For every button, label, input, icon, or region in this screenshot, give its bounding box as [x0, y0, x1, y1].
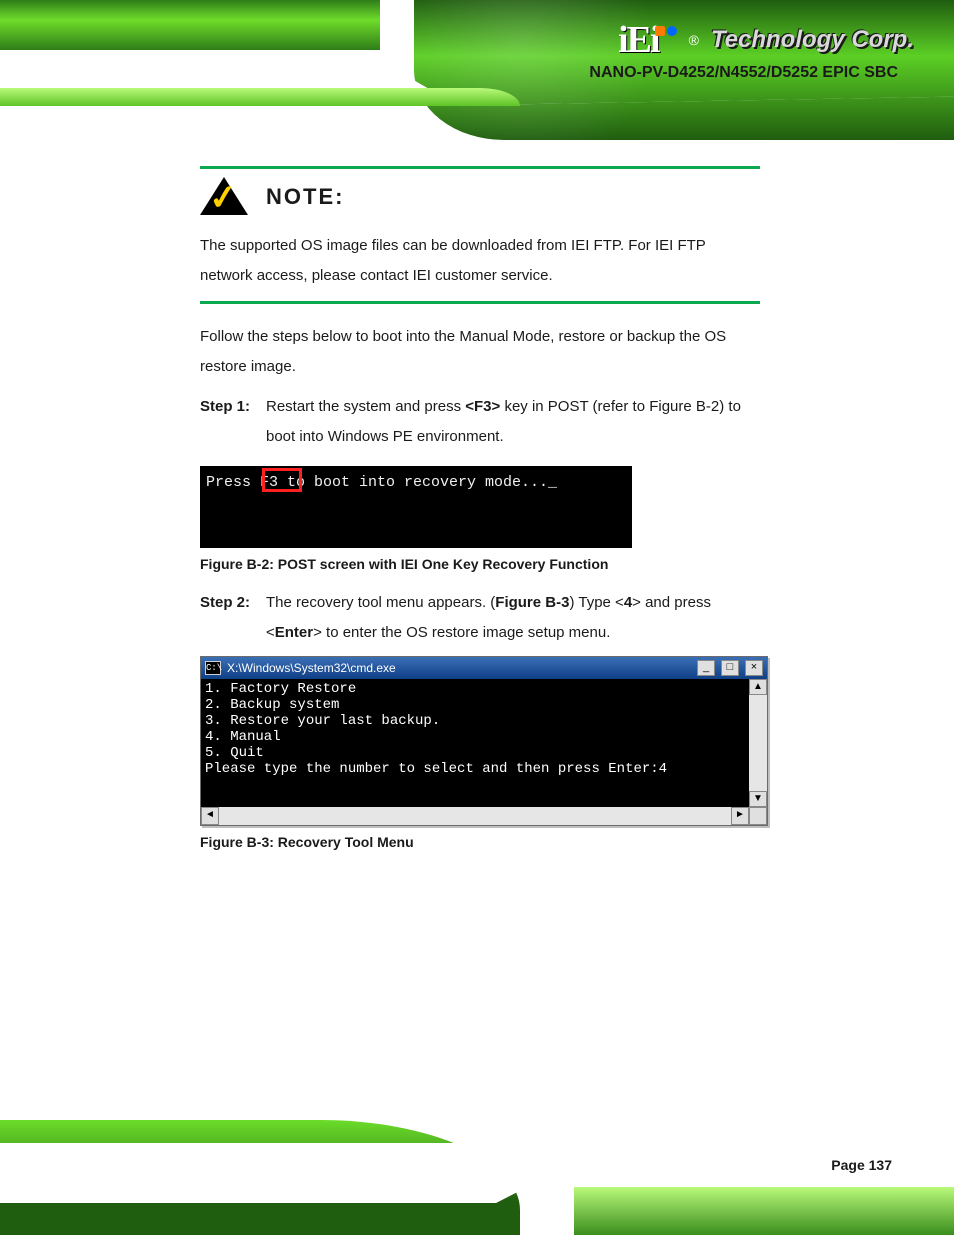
step-2: Step 2: The recovery tool menu appears. … — [200, 588, 760, 648]
step-1-text: Restart the system and press <F3> key in… — [266, 392, 760, 452]
bottom-decorative-banner: Page 137 — [0, 1120, 954, 1235]
banner-strip-thin — [0, 88, 520, 106]
registered-icon: ® — [689, 32, 699, 48]
scroll-track-h[interactable] — [219, 807, 731, 825]
pcb-texture-top-left — [0, 0, 380, 50]
step-2-text-a: The recovery tool menu appears. ( — [266, 594, 495, 611]
boot-prompt-line: Press F3 to boot into recovery mode..._ — [206, 474, 557, 491]
step-1: Step 1: Restart the system and press <F3… — [200, 392, 760, 452]
screenshot-cmd-window: C:\ X:\Windows\System32\cmd.exe _ □ × 1.… — [200, 656, 768, 826]
page-number: Page 137 — [831, 1157, 892, 1173]
scroll-left-icon[interactable]: ◄ — [201, 807, 219, 825]
cmd-icon: C:\ — [205, 661, 221, 675]
check-icon: ✓ — [207, 177, 240, 220]
scroll-right-icon[interactable]: ► — [731, 807, 749, 825]
note-icon: ✓ — [200, 177, 248, 217]
note-header-row: ✓ NOTE: — [200, 177, 760, 217]
resize-grip-icon[interactable] — [749, 807, 767, 825]
step-2-text-d: > to enter the OS restore image setup me… — [313, 624, 610, 641]
logo-dot-blue-icon — [667, 26, 677, 36]
step-1-number: Step 1: — [200, 392, 252, 452]
cmd-line-3: 3. Restore your last backup. — [205, 713, 440, 729]
minimize-button[interactable]: _ — [697, 660, 715, 676]
brand-company-text: Technology Corp. — [711, 26, 914, 54]
product-name: NANO-PV-D4252/N4552/D5252 EPIC SBC — [589, 64, 898, 82]
screenshot-post-boot: Press F3 to boot into recovery mode..._ — [200, 466, 632, 548]
step-1-text-a: Restart the system and press — [266, 398, 465, 415]
step-2-text-b: ) Type < — [569, 594, 623, 611]
intro-paragraph: Follow the steps below to boot into the … — [200, 322, 760, 382]
divider-bottom — [200, 301, 760, 304]
step-2-key: 4 — [624, 594, 632, 611]
note-label: NOTE: — [266, 184, 344, 210]
cmd-body: 1. Factory Restore 2. Backup system 3. R… — [201, 679, 749, 807]
pcb-texture-bottom-right — [574, 1187, 954, 1235]
cmd-line-2: 2. Backup system — [205, 697, 339, 713]
cmd-line-4: 4. Manual — [205, 729, 281, 745]
cmd-body-wrap: 1. Factory Restore 2. Backup system 3. R… — [201, 679, 767, 807]
step-2-text: The recovery tool menu appears. (Figure … — [266, 588, 760, 648]
maximize-button[interactable]: □ — [721, 660, 739, 676]
page-content: ✓ NOTE: The supported OS image files can… — [200, 160, 760, 866]
brand-logo-group: iEi ® Technology Corp. — [618, 18, 914, 62]
step-2-number: Step 2: — [200, 588, 252, 648]
cmd-horizontal-scrollbar[interactable]: ◄ ► — [201, 807, 767, 825]
note-body: The supported OS image files can be down… — [200, 231, 760, 291]
brand-logo-text: iEi — [618, 18, 678, 62]
logo-dot-orange-icon — [655, 26, 665, 36]
figure-caption-2: Figure B-3: Recovery Tool Menu — [200, 834, 760, 850]
scroll-track-v[interactable] — [749, 695, 767, 791]
cmd-titlebar: C:\ X:\Windows\System32\cmd.exe _ □ × — [201, 657, 767, 679]
f3-highlight-box — [262, 468, 302, 492]
scroll-down-icon[interactable]: ▼ — [749, 791, 767, 807]
figure-caption-1: Figure B-2: POST screen with IEI One Key… — [200, 556, 760, 572]
step-1-key: <F3> — [465, 398, 500, 415]
scroll-up-icon[interactable]: ▲ — [749, 679, 767, 695]
step-2-ref: Figure B-3 — [495, 594, 569, 611]
close-button[interactable]: × — [745, 660, 763, 676]
cmd-vertical-scrollbar[interactable]: ▲ ▼ — [749, 679, 767, 807]
cmd-line-5: 5. Quit — [205, 745, 264, 761]
cmd-line-1: 1. Factory Restore — [205, 681, 356, 697]
step-2-enter: Enter — [275, 624, 313, 641]
top-decorative-banner: iEi ® Technology Corp. NANO-PV-D4252/N45… — [0, 0, 954, 140]
divider-top — [200, 166, 760, 169]
cmd-title-text: X:\Windows\System32\cmd.exe — [227, 661, 691, 675]
cmd-line-6: Please type the number to select and the… — [205, 761, 667, 777]
